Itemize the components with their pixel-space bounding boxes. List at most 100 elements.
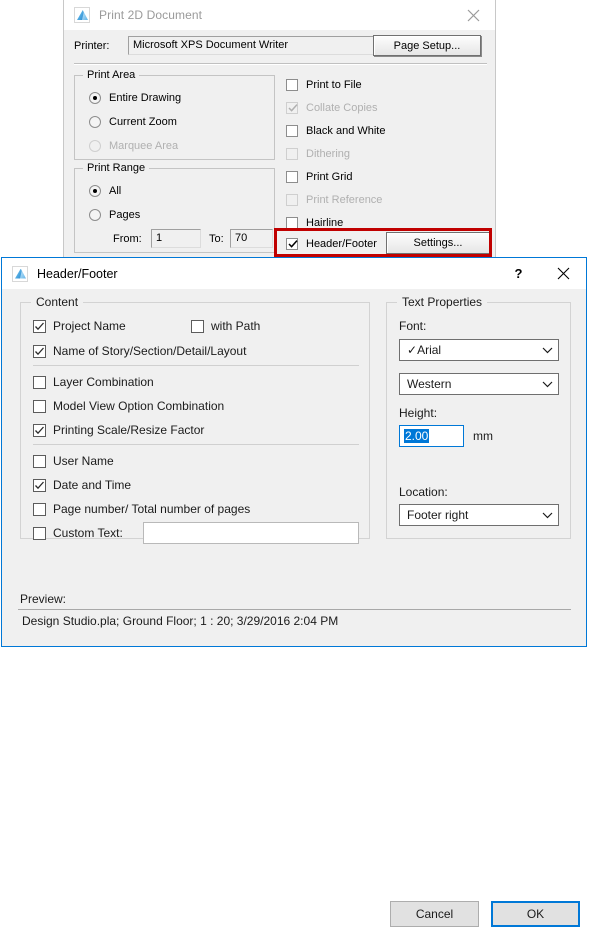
checkbox-user-name-label: User Name bbox=[53, 454, 114, 468]
checkbox-print-grid-label: Print Grid bbox=[306, 171, 353, 183]
app-mountain-icon bbox=[74, 7, 90, 23]
text-properties-group: Text Properties Font: ✓Arial Western Hei… bbox=[386, 295, 571, 539]
radio-all-label: All bbox=[109, 185, 122, 197]
checkbox-project-name-label: Project Name bbox=[53, 319, 126, 333]
checkbox-model-view-option-combination[interactable]: Model View Option Combination bbox=[33, 397, 224, 415]
radio-current-zoom-label: Current Zoom bbox=[109, 116, 177, 128]
checkbox-dithering-box bbox=[286, 148, 298, 160]
print-area-group: Print Area Entire Drawing Current Zoom M… bbox=[74, 69, 275, 160]
radio-current-zoom-icon bbox=[89, 116, 101, 128]
checkbox-print-to-file-box bbox=[286, 79, 298, 91]
checkbox-date-and-time[interactable]: Date and Time bbox=[33, 476, 131, 494]
font-check-icon: ✓ bbox=[407, 343, 418, 357]
checkbox-hairline[interactable]: Hairline bbox=[286, 215, 343, 231]
checkbox-layer-combination[interactable]: Layer Combination bbox=[33, 373, 154, 391]
checkbox-print-grid[interactable]: Print Grid bbox=[286, 169, 352, 185]
checkbox-with-path-box bbox=[191, 319, 204, 333]
preview-text: Design Studio.pla; Ground Floor; 1 : 20;… bbox=[18, 609, 571, 631]
checkbox-layer-combination-box bbox=[33, 375, 46, 389]
chevron-down-icon bbox=[536, 347, 558, 354]
checkbox-user-name[interactable]: User Name bbox=[33, 452, 114, 470]
font-label: Font: bbox=[399, 319, 427, 333]
print-dialog-titlebar[interactable]: Print 2D Document bbox=[64, 0, 495, 30]
font-name: Arial bbox=[417, 343, 442, 357]
close-icon[interactable] bbox=[451, 0, 495, 30]
radio-all-icon bbox=[89, 185, 101, 197]
radio-current-zoom[interactable]: Current Zoom bbox=[89, 114, 177, 130]
location-dropdown[interactable]: Footer right bbox=[399, 504, 559, 526]
header-footer-titlebar[interactable]: Header/Footer ? bbox=[2, 258, 586, 289]
content-divider-2 bbox=[33, 444, 359, 445]
height-value: 2.00 bbox=[404, 429, 430, 443]
checkbox-hairline-box bbox=[286, 217, 298, 229]
checkbox-printing-scale-resize-factor[interactable]: Printing Scale/Resize Factor bbox=[33, 421, 204, 439]
checkbox-black-and-white-label: Black and White bbox=[306, 125, 386, 137]
header-footer-dialog: Header/Footer ? Content Project Name wit… bbox=[1, 257, 587, 927]
radio-pages-icon bbox=[89, 209, 101, 221]
radio-marquee-area-icon bbox=[89, 140, 101, 152]
checkbox-layer-combination-label: Layer Combination bbox=[53, 375, 154, 389]
help-button[interactable]: ? bbox=[496, 258, 541, 289]
checkbox-date-and-time-label: Date and Time bbox=[53, 478, 132, 492]
font-dropdown[interactable]: ✓Arial bbox=[399, 339, 559, 361]
content-divider-1 bbox=[33, 365, 359, 366]
checkbox-black-and-white-box bbox=[286, 125, 298, 137]
app-mountain-icon bbox=[12, 265, 28, 282]
checkbox-name-of-story-label: Name of Story/Section/Detail/Layout bbox=[53, 344, 247, 358]
checkbox-print-to-file[interactable]: Print to File bbox=[286, 77, 362, 93]
checkbox-with-path-label: with Path bbox=[211, 319, 261, 333]
printer-row: Printer: Microsoft XPS Document Writer P… bbox=[74, 35, 487, 58]
checkbox-user-name-box bbox=[33, 454, 46, 468]
height-label: Height: bbox=[399, 406, 438, 420]
to-input[interactable]: 70 bbox=[230, 229, 273, 248]
from-label: From: bbox=[113, 233, 142, 245]
checkbox-black-and-white[interactable]: Black and White bbox=[286, 123, 385, 139]
print-2d-document-dialog: Print 2D Document Printer: Microsoft XPS… bbox=[63, 0, 496, 258]
script-dropdown[interactable]: Western bbox=[399, 373, 559, 395]
print-dialog-title: Print 2D Document bbox=[99, 8, 203, 22]
checkbox-header-footer-box bbox=[286, 238, 298, 250]
checkbox-collate-copies: Collate Copies bbox=[286, 100, 378, 116]
from-input[interactable]: 1 bbox=[151, 229, 201, 248]
script-value: Western bbox=[407, 377, 452, 391]
checkbox-header-footer[interactable]: Header/Footer bbox=[286, 236, 377, 252]
checkbox-print-reference-box bbox=[286, 194, 298, 206]
checkbox-custom-text-label: Custom Text: bbox=[53, 526, 123, 540]
checkbox-print-reference: Print Reference bbox=[286, 192, 382, 208]
checkbox-name-of-story[interactable]: Name of Story/Section/Detail/Layout bbox=[33, 342, 246, 360]
height-input[interactable]: 2.00 bbox=[399, 425, 464, 447]
checkbox-page-number-label: Page number/ Total number of pages bbox=[53, 502, 251, 516]
checkbox-print-to-file-label: Print to File bbox=[306, 79, 362, 91]
header-footer-body: Content Project Name with Path Name of S… bbox=[2, 289, 586, 927]
checkbox-model-view-option-combination-label: Model View Option Combination bbox=[53, 399, 225, 413]
radio-all[interactable]: All bbox=[89, 183, 121, 199]
checkbox-custom-text[interactable]: Custom Text: bbox=[33, 524, 123, 542]
checkbox-header-footer-label: Header/Footer bbox=[306, 238, 377, 250]
checkbox-printing-scale-resize-factor-label: Printing Scale/Resize Factor bbox=[53, 423, 205, 437]
settings-button[interactable]: Settings... bbox=[386, 232, 490, 254]
checkbox-project-name[interactable]: Project Name bbox=[33, 317, 126, 335]
radio-entire-drawing-icon bbox=[89, 92, 101, 104]
chevron-down-icon bbox=[536, 512, 558, 519]
checkbox-collate-copies-box bbox=[286, 102, 298, 114]
close-icon[interactable] bbox=[541, 258, 586, 289]
header-footer-title: Header/Footer bbox=[37, 266, 118, 281]
ok-button[interactable]: OK bbox=[491, 901, 580, 927]
radio-pages[interactable]: Pages bbox=[89, 207, 140, 223]
custom-text-input[interactable] bbox=[143, 522, 359, 544]
page-setup-button[interactable]: Page Setup... bbox=[373, 35, 481, 56]
checkbox-with-path[interactable]: with Path bbox=[191, 317, 260, 335]
to-label: To: bbox=[209, 233, 224, 245]
printer-field[interactable]: Microsoft XPS Document Writer bbox=[128, 36, 380, 55]
print-range-group-title: Print Range bbox=[83, 162, 150, 174]
checkbox-collate-copies-label: Collate Copies bbox=[306, 102, 378, 114]
checkbox-page-number[interactable]: Page number/ Total number of pages bbox=[33, 500, 250, 518]
radio-entire-drawing[interactable]: Entire Drawing bbox=[89, 90, 181, 106]
content-group: Content Project Name with Path Name of S… bbox=[20, 295, 370, 544]
text-properties-group-title: Text Properties bbox=[397, 295, 488, 309]
preview-label: Preview: bbox=[20, 592, 67, 606]
checkbox-printing-scale-resize-factor-box bbox=[33, 423, 46, 437]
checkbox-project-name-box bbox=[33, 319, 46, 333]
radio-marquee-area-label: Marquee Area bbox=[109, 140, 179, 152]
cancel-button[interactable]: Cancel bbox=[390, 901, 479, 927]
